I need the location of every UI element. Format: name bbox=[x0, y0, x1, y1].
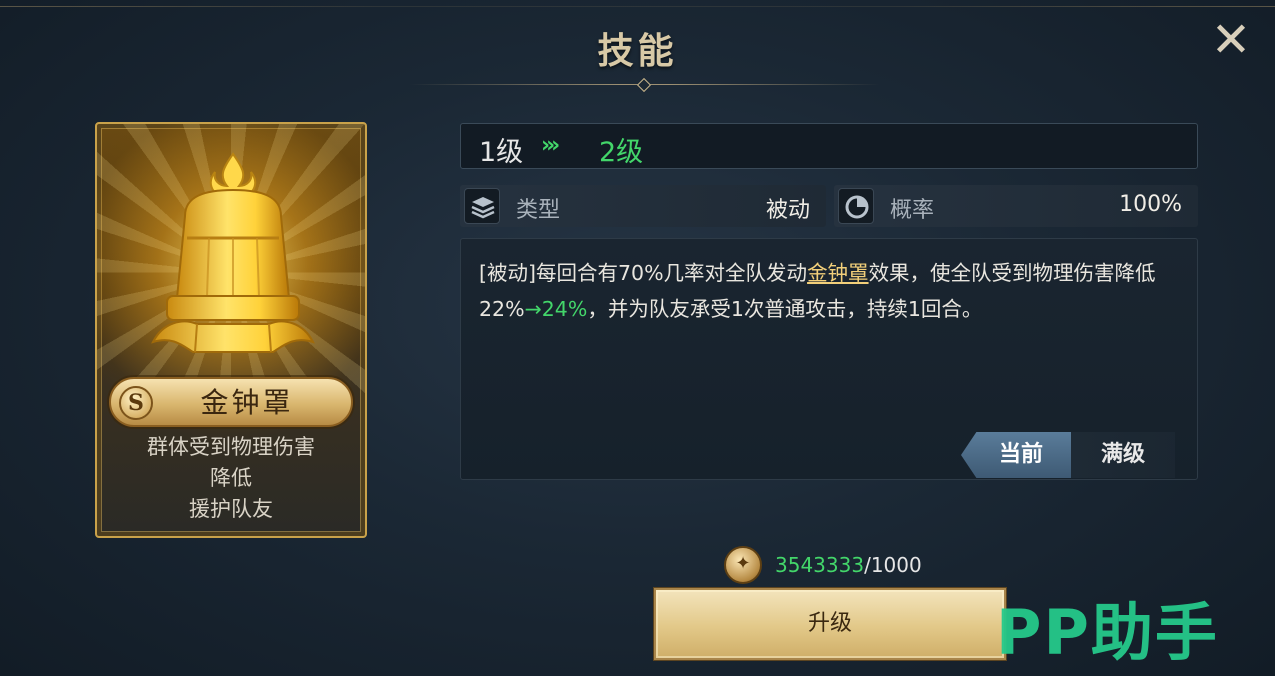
skill-name: 金钟罩 bbox=[200, 386, 294, 419]
golden-bell-icon bbox=[151, 152, 315, 353]
skill-description: [被动]每回合有70%几率对全队发动金钟罩效果，使全队受到物理伤害降低22%→2… bbox=[479, 255, 1187, 327]
upgraded-value: →24% bbox=[524, 297, 588, 321]
tab-current[interactable]: 当前 bbox=[961, 432, 1071, 478]
next-level: 2级 bbox=[599, 137, 644, 168]
probability-value: 100% bbox=[1119, 192, 1182, 217]
tab-max-level[interactable]: 满级 bbox=[1071, 432, 1175, 478]
desc-text-part: ，并为队友承受1次普通攻击，持续1回合。 bbox=[587, 297, 983, 321]
watermark-logo: PP助手 bbox=[996, 596, 1219, 669]
skill-card: S 金钟罩 群体受到物理伤害 降低 援护队友 bbox=[95, 122, 367, 538]
layers-icon bbox=[464, 188, 500, 224]
level-arrows-icon: ››› bbox=[541, 133, 560, 158]
upgrade-cost: 3543333/1000 bbox=[775, 553, 922, 577]
title-diamond-ornament bbox=[636, 77, 652, 93]
upgrade-button[interactable]: 升级 bbox=[654, 588, 1006, 660]
skill-card-desc-line: 降低 bbox=[210, 466, 252, 490]
skill-rank-badge: S bbox=[119, 386, 153, 420]
current-level: 1级 bbox=[479, 137, 524, 168]
skill-card-description: 群体受到物理伤害 降低 援护队友 bbox=[97, 432, 365, 525]
skill-name-banner: S 金钟罩 bbox=[109, 377, 353, 427]
skill-name-link[interactable]: 金钟罩 bbox=[807, 261, 869, 285]
coin-icon: ✦ bbox=[724, 546, 762, 584]
probability-label: 概率 bbox=[890, 198, 935, 223]
pie-chart-icon bbox=[838, 188, 874, 224]
cost-required: /1000 bbox=[864, 553, 922, 577]
type-value: 被动 bbox=[765, 198, 810, 223]
skill-type-row: 类型 被动 bbox=[460, 185, 826, 227]
top-frame-line bbox=[0, 6, 1275, 7]
desc-text-part: [被动]每回合有70%几率对全队发动 bbox=[479, 261, 808, 285]
level-bar: 1级 ››› 2级 bbox=[460, 123, 1198, 169]
skill-card-desc-line: 援护队友 bbox=[189, 497, 273, 521]
close-icon[interactable]: ✕ bbox=[1209, 16, 1253, 64]
window-title: 技能 bbox=[597, 31, 678, 72]
probability-row: 概率 100% bbox=[834, 185, 1198, 227]
skill-description-box: [被动]每回合有70%几率对全队发动金钟罩效果，使全队受到物理伤害降低22%→2… bbox=[460, 238, 1198, 480]
type-label: 类型 bbox=[516, 198, 561, 223]
cost-owned: 3543333 bbox=[775, 553, 865, 577]
skill-card-desc-line: 群体受到物理伤害 bbox=[147, 435, 315, 459]
